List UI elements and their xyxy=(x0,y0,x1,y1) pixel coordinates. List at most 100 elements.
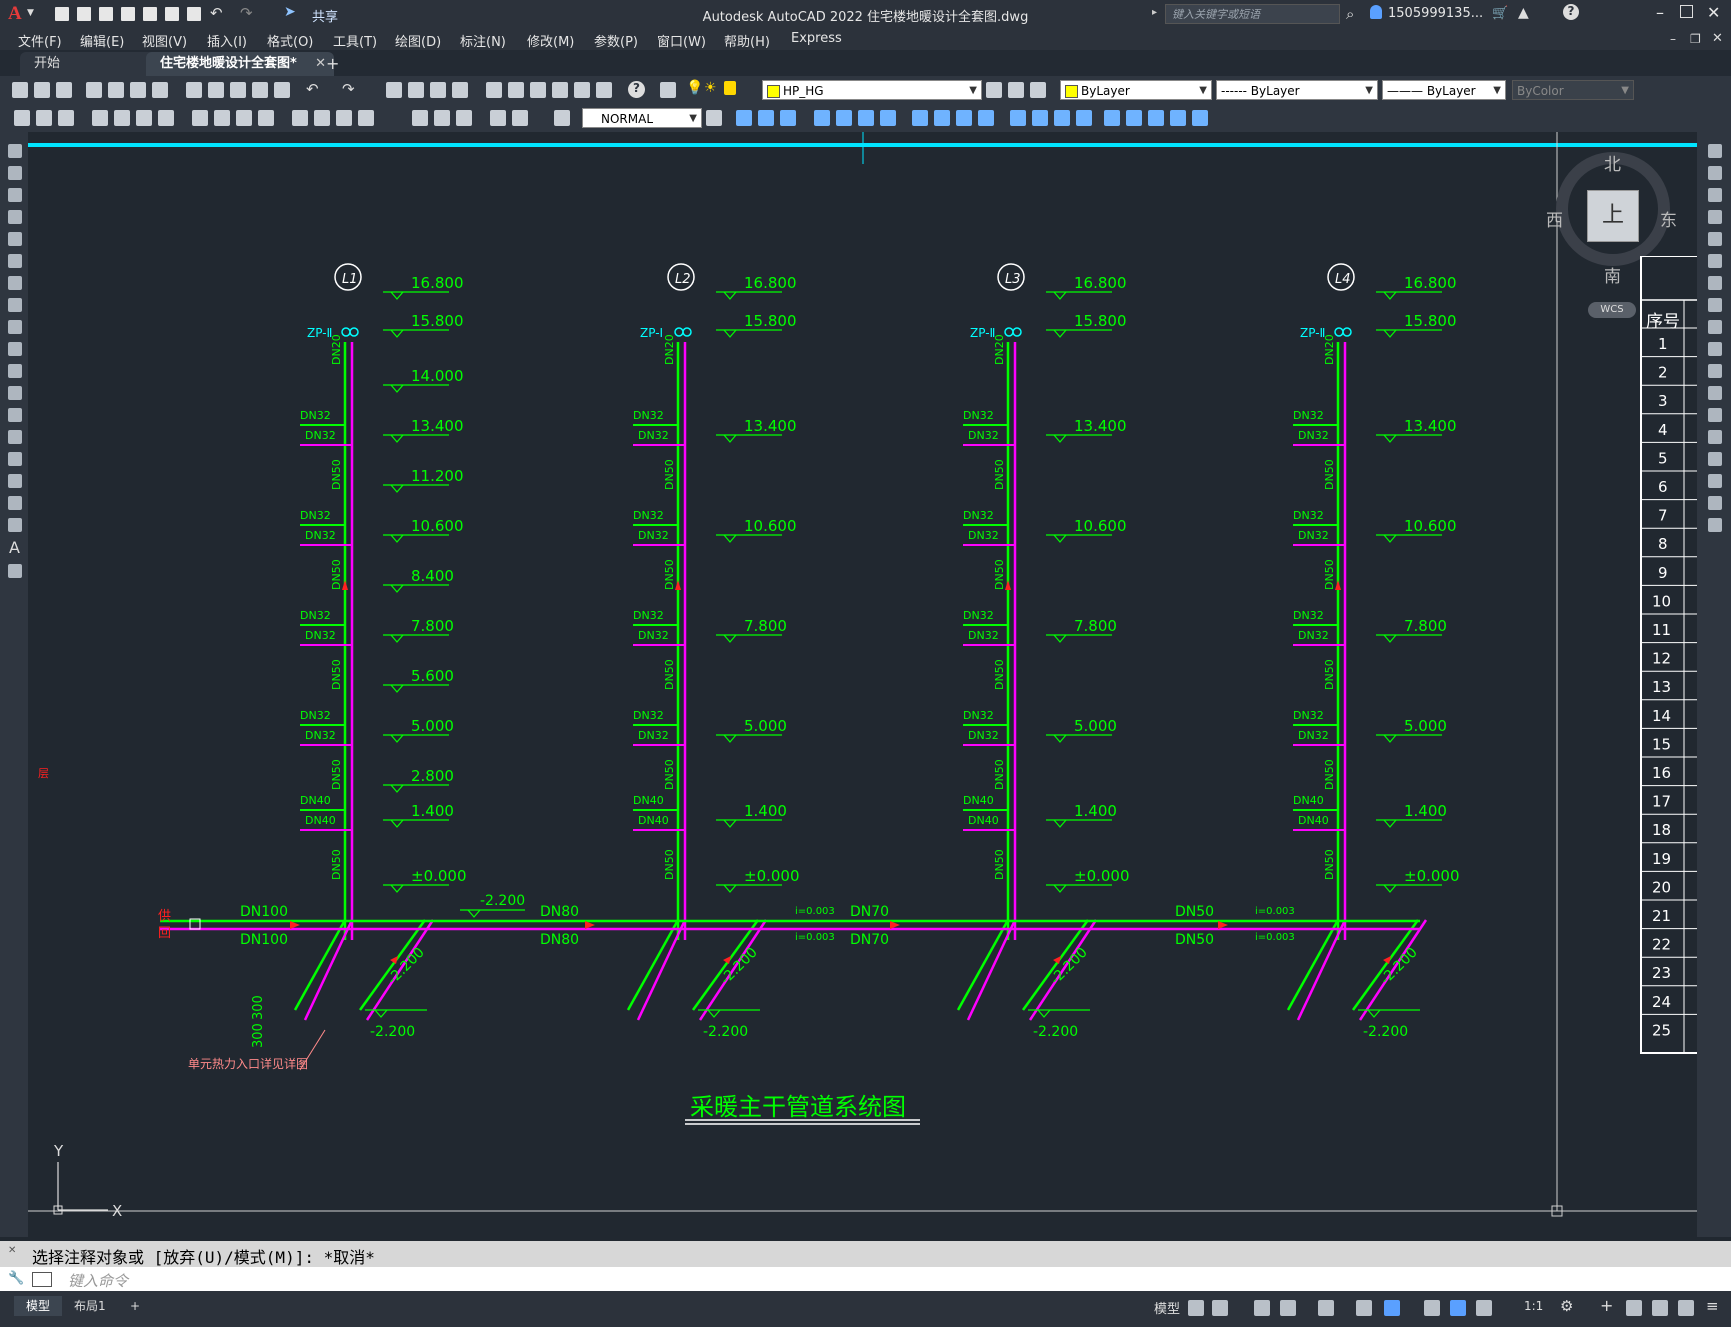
recent-commands-icon[interactable] xyxy=(32,1272,52,1287)
tab-close-icon[interactable]: ✕ xyxy=(315,52,326,76)
flatshot-icon[interactable] xyxy=(1032,110,1048,126)
isolate-objects-icon[interactable] xyxy=(1678,1300,1694,1316)
doc-minimize-icon[interactable]: – xyxy=(1670,32,1676,46)
help-tb-icon[interactable]: ? xyxy=(628,81,645,98)
pan-icon[interactable] xyxy=(386,82,402,98)
new-tab-button[interactable]: + xyxy=(326,54,339,73)
grid-icon[interactable] xyxy=(1188,1300,1204,1316)
dim-jogged-icon[interactable] xyxy=(158,110,174,126)
undo-tb-icon[interactable]: ↶ xyxy=(306,80,319,98)
polar-icon[interactable] xyxy=(1280,1300,1296,1316)
viewcube-east[interactable]: 东 xyxy=(1660,206,1677,231)
polyline-icon[interactable] xyxy=(8,188,22,202)
layer-thaw-icon[interactable]: ☀ xyxy=(704,80,717,96)
zoom-realtime-icon[interactable] xyxy=(408,82,424,98)
dim-diameter-icon[interactable] xyxy=(192,110,208,126)
menu-express[interactable]: Express xyxy=(791,31,842,46)
mirror-icon[interactable] xyxy=(1708,188,1722,202)
dim-text-edit-icon[interactable] xyxy=(512,110,528,126)
viewcube-top-face[interactable]: 上 xyxy=(1587,190,1639,242)
textstyle-dropdown[interactable]: NORMAL ▼ xyxy=(582,108,702,128)
rotate-icon[interactable] xyxy=(1708,276,1722,290)
qdim-icon[interactable] xyxy=(14,110,30,126)
spline-icon[interactable] xyxy=(8,320,22,334)
blend-icon[interactable] xyxy=(1708,496,1722,510)
dim-edit-icon[interactable] xyxy=(490,110,506,126)
dim-angular-icon[interactable] xyxy=(214,110,230,126)
dim-ordinate-icon[interactable] xyxy=(114,110,130,126)
object-snap-icon[interactable] xyxy=(1384,1300,1400,1316)
search-expand-icon[interactable]: ▸ xyxy=(1152,7,1157,18)
doc-restore-icon[interactable]: ❐ xyxy=(1690,32,1701,46)
match-prop-icon[interactable] xyxy=(252,82,268,98)
tab-layout1[interactable]: 布局1 xyxy=(62,1296,118,1316)
copy-icon[interactable] xyxy=(208,82,224,98)
3d-cone-icon[interactable] xyxy=(780,110,796,126)
snap-icon[interactable] xyxy=(1212,1300,1228,1316)
center-mark-icon[interactable] xyxy=(412,110,428,126)
polygon-icon[interactable] xyxy=(8,210,22,224)
separate-icon[interactable] xyxy=(1076,110,1092,126)
user-icon[interactable] xyxy=(1370,5,1382,19)
close-icon[interactable]: ✕ xyxy=(1707,3,1720,22)
stretch-icon[interactable] xyxy=(1708,320,1722,334)
units-icon[interactable] xyxy=(1626,1300,1642,1316)
save-tb-icon[interactable] xyxy=(56,82,72,98)
imprint-icon[interactable] xyxy=(1170,110,1186,126)
menu-help[interactable]: 帮助(H) xyxy=(724,31,770,50)
revcloud-icon[interactable] xyxy=(8,298,22,312)
customize-icon[interactable]: 🔧 xyxy=(8,1271,24,1286)
tab-model[interactable]: 模型 xyxy=(14,1296,63,1316)
insert-block-icon[interactable] xyxy=(8,386,22,400)
dim-arc-icon[interactable] xyxy=(92,110,108,126)
dim-update-icon[interactable] xyxy=(554,110,570,126)
break-point-icon[interactable] xyxy=(1708,386,1722,400)
layer-dropdown[interactable]: HP_HG ▼ xyxy=(762,80,982,100)
menu-insert[interactable]: 插入(I) xyxy=(207,31,247,50)
ortho-icon[interactable] xyxy=(1254,1300,1270,1316)
dim-baseline-icon[interactable] xyxy=(258,110,274,126)
wcs-menu[interactable]: WCS xyxy=(1588,302,1636,318)
properties-icon[interactable] xyxy=(486,82,502,98)
dim-linear-icon[interactable] xyxy=(36,110,52,126)
search-input[interactable]: 键入关键字或短语 xyxy=(1165,4,1340,24)
dim-radius-icon[interactable] xyxy=(136,110,152,126)
layer-on-icon[interactable]: 💡 xyxy=(686,80,703,96)
extend-icon[interactable] xyxy=(1708,364,1722,378)
menu-window[interactable]: 窗口(W) xyxy=(657,31,706,50)
user-name[interactable]: 1505999135... xyxy=(1388,6,1483,21)
plot-tb-icon[interactable] xyxy=(86,82,102,98)
dim-style-icon[interactable] xyxy=(706,110,722,126)
construction-line-icon[interactable] xyxy=(8,166,22,180)
explode-icon[interactable] xyxy=(1708,518,1722,532)
command-input-bar[interactable]: 🔧 键入命令 xyxy=(0,1267,1731,1291)
trim-icon[interactable] xyxy=(1708,342,1722,356)
tab-drawing[interactable]: 住宅楼地暖设计全套图* ✕ xyxy=(146,52,334,76)
layer-properties-icon[interactable] xyxy=(660,82,676,98)
layer-previous-icon[interactable] xyxy=(1008,82,1024,98)
customization-menu-icon[interactable]: ≡ xyxy=(1706,1297,1719,1315)
viewcube-west[interactable]: 西 xyxy=(1546,206,1563,231)
dim-space-icon[interactable] xyxy=(314,110,330,126)
help-icon[interactable]: ? xyxy=(1563,4,1579,20)
maximize-icon[interactable] xyxy=(1680,5,1693,18)
region-icon[interactable] xyxy=(8,496,22,510)
fillet-icon[interactable] xyxy=(1708,474,1722,488)
autodesk-app-icon[interactable]: ▲ xyxy=(1518,5,1529,21)
scale-icon[interactable] xyxy=(1708,298,1722,312)
menu-parametric[interactable]: 参数(P) xyxy=(594,31,638,50)
extrude-icon[interactable] xyxy=(814,110,830,126)
menu-tools[interactable]: 工具(T) xyxy=(333,31,377,50)
3d-box-icon[interactable] xyxy=(736,110,752,126)
join-icon[interactable] xyxy=(1708,430,1722,444)
sweep-icon[interactable] xyxy=(858,110,874,126)
3dprint-icon[interactable] xyxy=(152,82,168,98)
design-center-icon[interactable] xyxy=(508,82,524,98)
erase-icon[interactable] xyxy=(1708,144,1722,158)
dim-aligned-icon[interactable] xyxy=(58,110,74,126)
make-block-icon[interactable] xyxy=(8,408,22,422)
shell-icon[interactable] xyxy=(1104,110,1120,126)
viewcube-north[interactable]: 北 xyxy=(1604,150,1621,175)
zoom-previous-icon[interactable] xyxy=(452,82,468,98)
doc-close-icon[interactable]: ✕ xyxy=(1712,31,1723,46)
